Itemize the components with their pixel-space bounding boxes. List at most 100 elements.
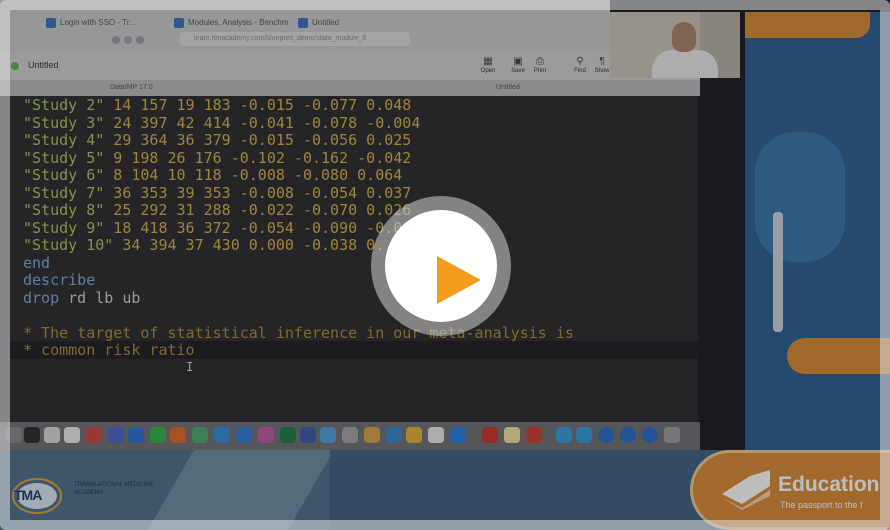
- globe-icon[interactable]: [598, 427, 614, 443]
- education-title: Education: [778, 473, 880, 496]
- window-close-icon[interactable]: [112, 36, 120, 44]
- browser-chrome: Login with SSO - Tr... Modules, Analysis…: [0, 0, 610, 52]
- code-line: "Study 10" 34 394 37 430 0.000 -0.038 0.: [23, 236, 384, 254]
- tab-favicon-icon: [46, 18, 56, 28]
- code-line: "Study 2" 14 157 19 183 -0.015 -0.077 0.…: [23, 96, 411, 114]
- whatsapp-icon[interactable]: [150, 427, 166, 443]
- code-string: "Study 3": [23, 114, 105, 132]
- code-string: "Study 8": [23, 201, 105, 219]
- code-line-end: end: [23, 254, 51, 272]
- outlook-icon[interactable]: [128, 427, 144, 443]
- play-icon: [437, 256, 481, 304]
- code-line: "Study 3" 24 397 42 414 -0.041 -0.078 -0…: [23, 114, 420, 132]
- code-editor[interactable]: "Study 2" 14 157 19 183 -0.015 -0.077 0.…: [10, 96, 698, 422]
- status-dot-icon: [11, 62, 19, 70]
- tool-label: Find: [574, 68, 586, 74]
- address-bar[interactable]: learn.ttmacademy.com/blueprint_demo/stat…: [180, 32, 410, 46]
- banner-accent: [787, 338, 890, 374]
- photos-icon[interactable]: [258, 427, 274, 443]
- notes-icon[interactable]: [504, 427, 520, 443]
- calendar-icon[interactable]: [64, 427, 80, 443]
- education-tagline: The passport to the f: [780, 500, 863, 510]
- tab-label: Modules, Analysis - Benchm...: [188, 18, 288, 27]
- code-line-describe: describe: [23, 271, 96, 289]
- code-args: rd lb ub: [59, 289, 141, 307]
- code-values: 9 198 26 176 -0.102 -0.162 -0.042: [104, 149, 412, 167]
- zoom-icon[interactable]: [450, 427, 466, 443]
- tool-label: Print: [533, 68, 547, 74]
- footer-stripe: [136, 450, 340, 530]
- code-line: "Study 6" 8 104 10 118 -0.008 -0.080 0.0…: [23, 166, 402, 184]
- code-string: "Study 2": [23, 96, 105, 114]
- window-zoom-icon[interactable]: [136, 36, 144, 44]
- banner-photo-pipette: [773, 212, 783, 332]
- folder-icon[interactable]: [576, 427, 592, 443]
- open-button[interactable]: ▦ Open: [476, 56, 500, 74]
- excel-icon[interactable]: [280, 427, 296, 443]
- print-icon: ⎙: [536, 56, 544, 67]
- find-button[interactable]: ⚲ Find: [568, 56, 592, 74]
- appstore-icon[interactable]: [236, 427, 252, 443]
- app-icon[interactable]: [428, 427, 444, 443]
- tool-label: Save: [511, 68, 525, 74]
- code-string: "Study 5": [23, 149, 105, 167]
- side-banner: [745, 12, 890, 450]
- code-keyword: drop: [23, 289, 60, 307]
- cloud-icon[interactable]: [192, 427, 208, 443]
- word-icon[interactable]: [300, 427, 316, 443]
- code-comment: * common risk ratio: [23, 341, 195, 359]
- footer-band: [330, 450, 730, 530]
- terminal-icon[interactable]: [24, 427, 40, 443]
- app-toolbar: Untitled ▦ Open ▣ Save ⎙ Print ⚲ Find ¶ …: [0, 52, 700, 80]
- code-values: 36 353 39 353 -0.008 -0.054 0.037: [104, 184, 412, 202]
- window-title: Untitled: [28, 60, 59, 70]
- app-icon[interactable]: [386, 427, 402, 443]
- tab-label: Untitled: [312, 18, 340, 27]
- code-string: "Study 7": [23, 184, 105, 202]
- finder-icon[interactable]: [6, 427, 22, 443]
- tab-favicon-icon: [298, 18, 308, 28]
- browser-tab[interactable]: Modules, Analysis - Benchm...: [168, 12, 288, 34]
- code-values: 29 364 36 379 -0.015 -0.056 0.025: [104, 131, 412, 149]
- text-cursor-icon: I: [186, 360, 194, 374]
- app-icon[interactable]: [342, 427, 358, 443]
- code-values: 34 394 37 430 0.000 -0.038 0.: [113, 236, 385, 254]
- filezilla-icon[interactable]: [526, 427, 542, 443]
- code-string: "Study 10": [23, 236, 114, 254]
- browser-tab[interactable]: Untitled: [292, 12, 392, 34]
- acrobat-icon[interactable]: [482, 427, 498, 443]
- window-minimize-icon[interactable]: [124, 36, 132, 44]
- app-z-icon[interactable]: [86, 427, 102, 443]
- teams-icon[interactable]: [108, 427, 124, 443]
- app-icon[interactable]: [320, 427, 336, 443]
- safari-icon[interactable]: [214, 427, 230, 443]
- code-line: "Study 5" 9 198 26 176 -0.102 -0.162 -0.…: [23, 149, 411, 167]
- banner-photo-hand: [755, 132, 845, 262]
- code-string: "Study 6": [23, 166, 105, 184]
- globe-icon[interactable]: [620, 427, 636, 443]
- tab-label: Login with SSO - Tr...: [60, 18, 136, 27]
- app-icon[interactable]: [406, 427, 422, 443]
- browser-tab[interactable]: Login with SSO - Tr...: [40, 12, 165, 34]
- education-logo-icon: [722, 470, 770, 510]
- app-icon[interactable]: [364, 427, 380, 443]
- tool-label: Open: [480, 68, 496, 74]
- presenter-body: [652, 50, 718, 78]
- play-button[interactable]: [371, 196, 511, 336]
- code-line: "Study 7" 36 353 39 353 -0.008 -0.054 0.…: [23, 184, 411, 202]
- print-button[interactable]: ⎙ Print: [528, 56, 552, 74]
- code-string: "Study 9": [23, 219, 105, 237]
- academy-name: TRANSLATIONAL MEDICINE ACADEMY: [74, 482, 154, 496]
- code-line: "Study 9" 18 418 36 372 -0.054 -0.090 -0…: [23, 219, 402, 237]
- contacts-icon[interactable]: [44, 427, 60, 443]
- save-button[interactable]: ▣ Save: [506, 56, 530, 74]
- folder-icon: ▦: [483, 56, 493, 67]
- code-values: 18 418 36 372 -0.054 -0.090 -0.0: [104, 219, 403, 237]
- trash-icon[interactable]: [664, 427, 680, 443]
- presenter-head: [672, 22, 696, 52]
- globe-icon[interactable]: [642, 427, 658, 443]
- code-values: 8 104 10 118 -0.008 -0.080 0.064: [104, 166, 403, 184]
- code-line: "Study 8" 25 292 31 288 -0.022 -0.070 0.…: [23, 201, 411, 219]
- firefox-icon[interactable]: [170, 427, 186, 443]
- folder-icon[interactable]: [556, 427, 572, 443]
